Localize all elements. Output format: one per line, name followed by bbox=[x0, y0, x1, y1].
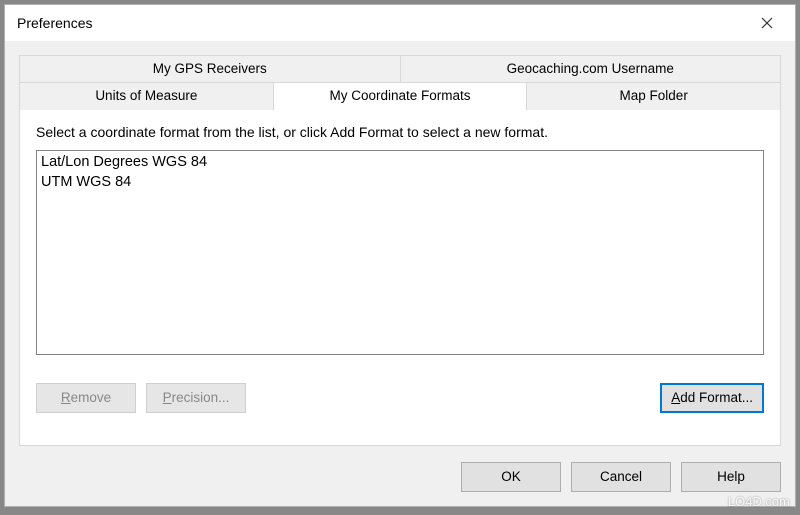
preferences-window: Preferences My GPS Receivers Geocaching.… bbox=[4, 4, 796, 507]
panel-button-row: Remove Precision... Add Format... bbox=[36, 383, 764, 413]
close-icon bbox=[761, 17, 773, 29]
dialog-button-row: OK Cancel Help bbox=[461, 462, 781, 492]
cancel-button[interactable]: Cancel bbox=[571, 462, 671, 492]
watermark: LO4D.com bbox=[728, 494, 790, 509]
help-button[interactable]: Help bbox=[681, 462, 781, 492]
coordinate-formats-panel: Select a coordinate format from the list… bbox=[19, 110, 781, 446]
list-item[interactable]: Lat/Lon Degrees WGS 84 bbox=[41, 152, 759, 172]
ok-button[interactable]: OK bbox=[461, 462, 561, 492]
tab-coordinate-formats[interactable]: My Coordinate Formats bbox=[274, 83, 528, 111]
tab-geocaching-username[interactable]: Geocaching.com Username bbox=[401, 55, 782, 83]
add-format-button[interactable]: Add Format... bbox=[660, 383, 764, 413]
tab-strip: My GPS Receivers Geocaching.com Username… bbox=[19, 55, 781, 111]
titlebar: Preferences bbox=[5, 5, 795, 41]
remove-button: Remove bbox=[36, 383, 136, 413]
tab-units-of-measure[interactable]: Units of Measure bbox=[19, 83, 274, 111]
tab-map-folder[interactable]: Map Folder bbox=[527, 83, 781, 111]
list-item[interactable]: UTM WGS 84 bbox=[41, 172, 759, 192]
close-button[interactable] bbox=[747, 8, 787, 38]
client-area: My GPS Receivers Geocaching.com Username… bbox=[5, 41, 795, 506]
precision-button: Precision... bbox=[146, 383, 246, 413]
window-title: Preferences bbox=[17, 15, 747, 31]
formats-listbox[interactable]: Lat/Lon Degrees WGS 84 UTM WGS 84 bbox=[36, 150, 764, 355]
instruction-text: Select a coordinate format from the list… bbox=[36, 124, 764, 140]
tab-gps-receivers[interactable]: My GPS Receivers bbox=[19, 55, 401, 83]
